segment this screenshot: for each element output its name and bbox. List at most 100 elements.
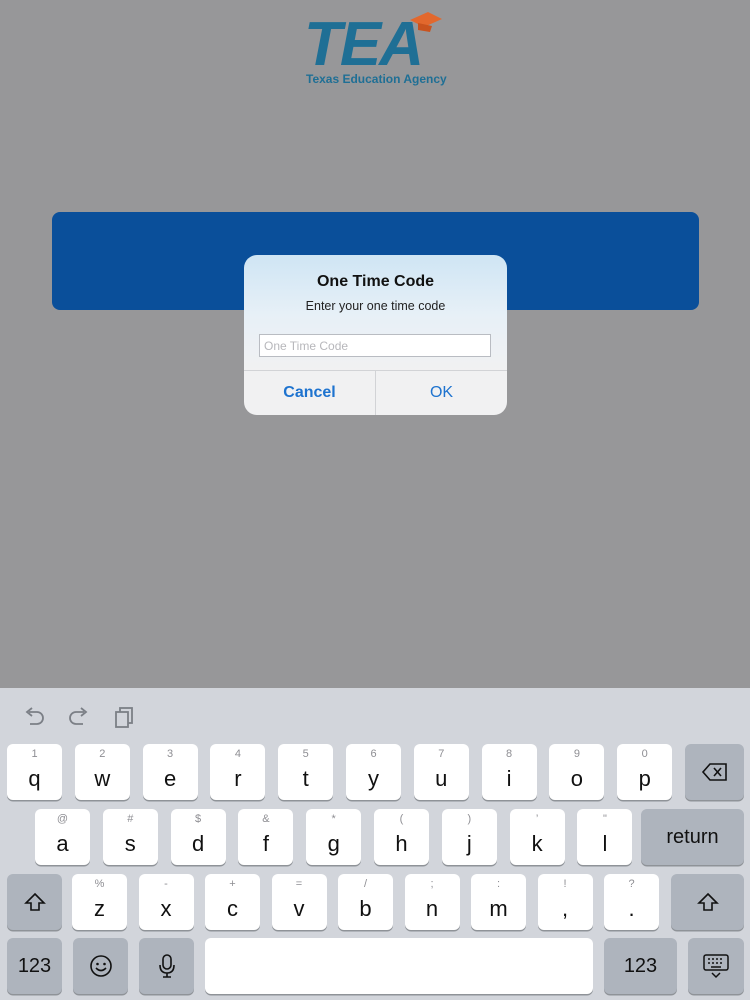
key-hint: %: [94, 878, 105, 890]
key-label: x: [160, 896, 172, 921]
dictation-key[interactable]: [139, 938, 194, 994]
key-g[interactable]: * g: [306, 809, 362, 865]
space-key-label: [205, 938, 593, 994]
key-hint: 5: [302, 748, 309, 760]
key-m[interactable]: :m: [471, 874, 526, 930]
shift-key-left[interactable]: [7, 874, 62, 930]
key-u[interactable]: 7u: [413, 744, 469, 800]
key-label: k: [531, 831, 543, 856]
graduation-cap-icon: [410, 12, 442, 32]
key-period[interactable]: ?.: [604, 874, 659, 930]
key-s[interactable]: # s: [102, 809, 158, 865]
logo-wordmark: TEA: [304, 10, 424, 79]
key-o[interactable]: 9o: [549, 744, 605, 800]
tea-logo: TEA Texas Education Agency: [300, 10, 450, 88]
space-key[interactable]: [205, 938, 593, 994]
key-label: .: [628, 896, 635, 921]
ok-button[interactable]: OK: [376, 371, 507, 415]
key-i[interactable]: 8i: [481, 744, 537, 800]
key-q[interactable]: 1q: [7, 744, 62, 800]
key-label: b: [359, 896, 372, 921]
logo-subtitle: Texas Education Agency: [306, 72, 447, 86]
key-b[interactable]: / b: [338, 874, 393, 930]
key-l[interactable]: " l: [577, 809, 633, 865]
key-c[interactable]: + c: [205, 874, 260, 930]
key-d[interactable]: $ d: [170, 809, 226, 865]
emoji-key[interactable]: [73, 938, 128, 994]
key-hint: 6: [370, 748, 377, 760]
key-hint: 3: [167, 748, 174, 760]
key-hint: 4: [234, 748, 241, 760]
key-hint: =: [295, 878, 303, 890]
numbers-key-right[interactable]: 123: [604, 938, 677, 994]
key-h[interactable]: (h: [374, 809, 429, 865]
one-time-code-input[interactable]: [259, 334, 491, 357]
backspace-icon: [685, 744, 744, 800]
key-label: j: [466, 831, 472, 856]
key-label: f: [262, 831, 269, 856]
cancel-button[interactable]: Cancel: [244, 371, 375, 415]
key-hint: @: [56, 813, 69, 825]
numbers-key-left[interactable]: 123: [7, 938, 62, 994]
key-comma[interactable]: !,: [537, 874, 593, 930]
key-hint: 8: [506, 748, 513, 760]
paste-icon[interactable]: [113, 706, 137, 728]
emoji-icon: [73, 938, 128, 994]
key-hint: +: [229, 878, 236, 890]
key-n[interactable]: ; n: [404, 874, 460, 930]
key-k[interactable]: ’ k: [509, 809, 565, 865]
redo-icon[interactable]: [67, 706, 91, 728]
keyboard-shortcut-bar: [0, 688, 750, 740]
key-label: i: [506, 766, 512, 791]
return-key[interactable]: return: [641, 809, 744, 865]
key-a[interactable]: @ a: [35, 809, 90, 865]
key-f[interactable]: & f: [238, 809, 294, 865]
key-label: a: [56, 831, 69, 856]
key-hint: #: [127, 813, 134, 825]
key-e[interactable]: 3e: [142, 744, 198, 800]
undo-icon[interactable]: [22, 706, 46, 728]
key-hint: !: [563, 878, 567, 890]
key-label: e: [163, 766, 177, 791]
delete-key[interactable]: [685, 744, 744, 800]
key-y[interactable]: 6y: [346, 744, 401, 800]
key-label: s: [124, 831, 136, 856]
key-label: h: [395, 831, 408, 856]
key-r[interactable]: 4r: [210, 744, 266, 800]
key-label: m: [489, 896, 508, 921]
key-j[interactable]: ) j: [441, 809, 497, 865]
key-label: z: [94, 896, 105, 921]
key-label: q: [28, 766, 41, 791]
dismiss-keyboard-key[interactable]: [688, 938, 744, 994]
key-hint: ": [602, 813, 607, 825]
key-label: y: [368, 766, 379, 791]
key-label: l: [602, 831, 608, 856]
key-hint: ): [467, 813, 472, 825]
key-t[interactable]: 5t: [278, 744, 334, 800]
key-p[interactable]: 0p: [617, 744, 673, 800]
key-hint: -: [164, 878, 168, 890]
key-label: o: [570, 766, 584, 791]
key-w[interactable]: 2w: [74, 744, 130, 800]
shift-icon: [671, 874, 744, 930]
key-label: r: [234, 766, 242, 791]
dialog-title: One Time Code: [316, 273, 435, 290]
key-x[interactable]: -x: [138, 874, 194, 930]
key-label: t: [302, 766, 309, 791]
key-hint: 2: [99, 748, 106, 760]
numbers-key-label: 123: [623, 954, 658, 977]
key-label: n: [425, 896, 439, 921]
one-time-code-dialog: One Time Code Enter your one time code C…: [244, 255, 507, 415]
key-hint: :: [496, 878, 501, 890]
key-v[interactable]: = v: [271, 874, 327, 930]
key-z[interactable]: % z: [72, 874, 127, 930]
dialog-message: Enter your one time code: [305, 299, 446, 313]
key-label: d: [191, 831, 205, 856]
key-label: u: [435, 766, 448, 791]
microphone-icon: [139, 938, 194, 994]
shift-key-right[interactable]: [671, 874, 744, 930]
key-hint: 0: [641, 748, 648, 760]
key-hint: 1: [31, 748, 38, 760]
numbers-key-label: 123: [17, 954, 52, 977]
key-hint: 7: [438, 748, 445, 760]
